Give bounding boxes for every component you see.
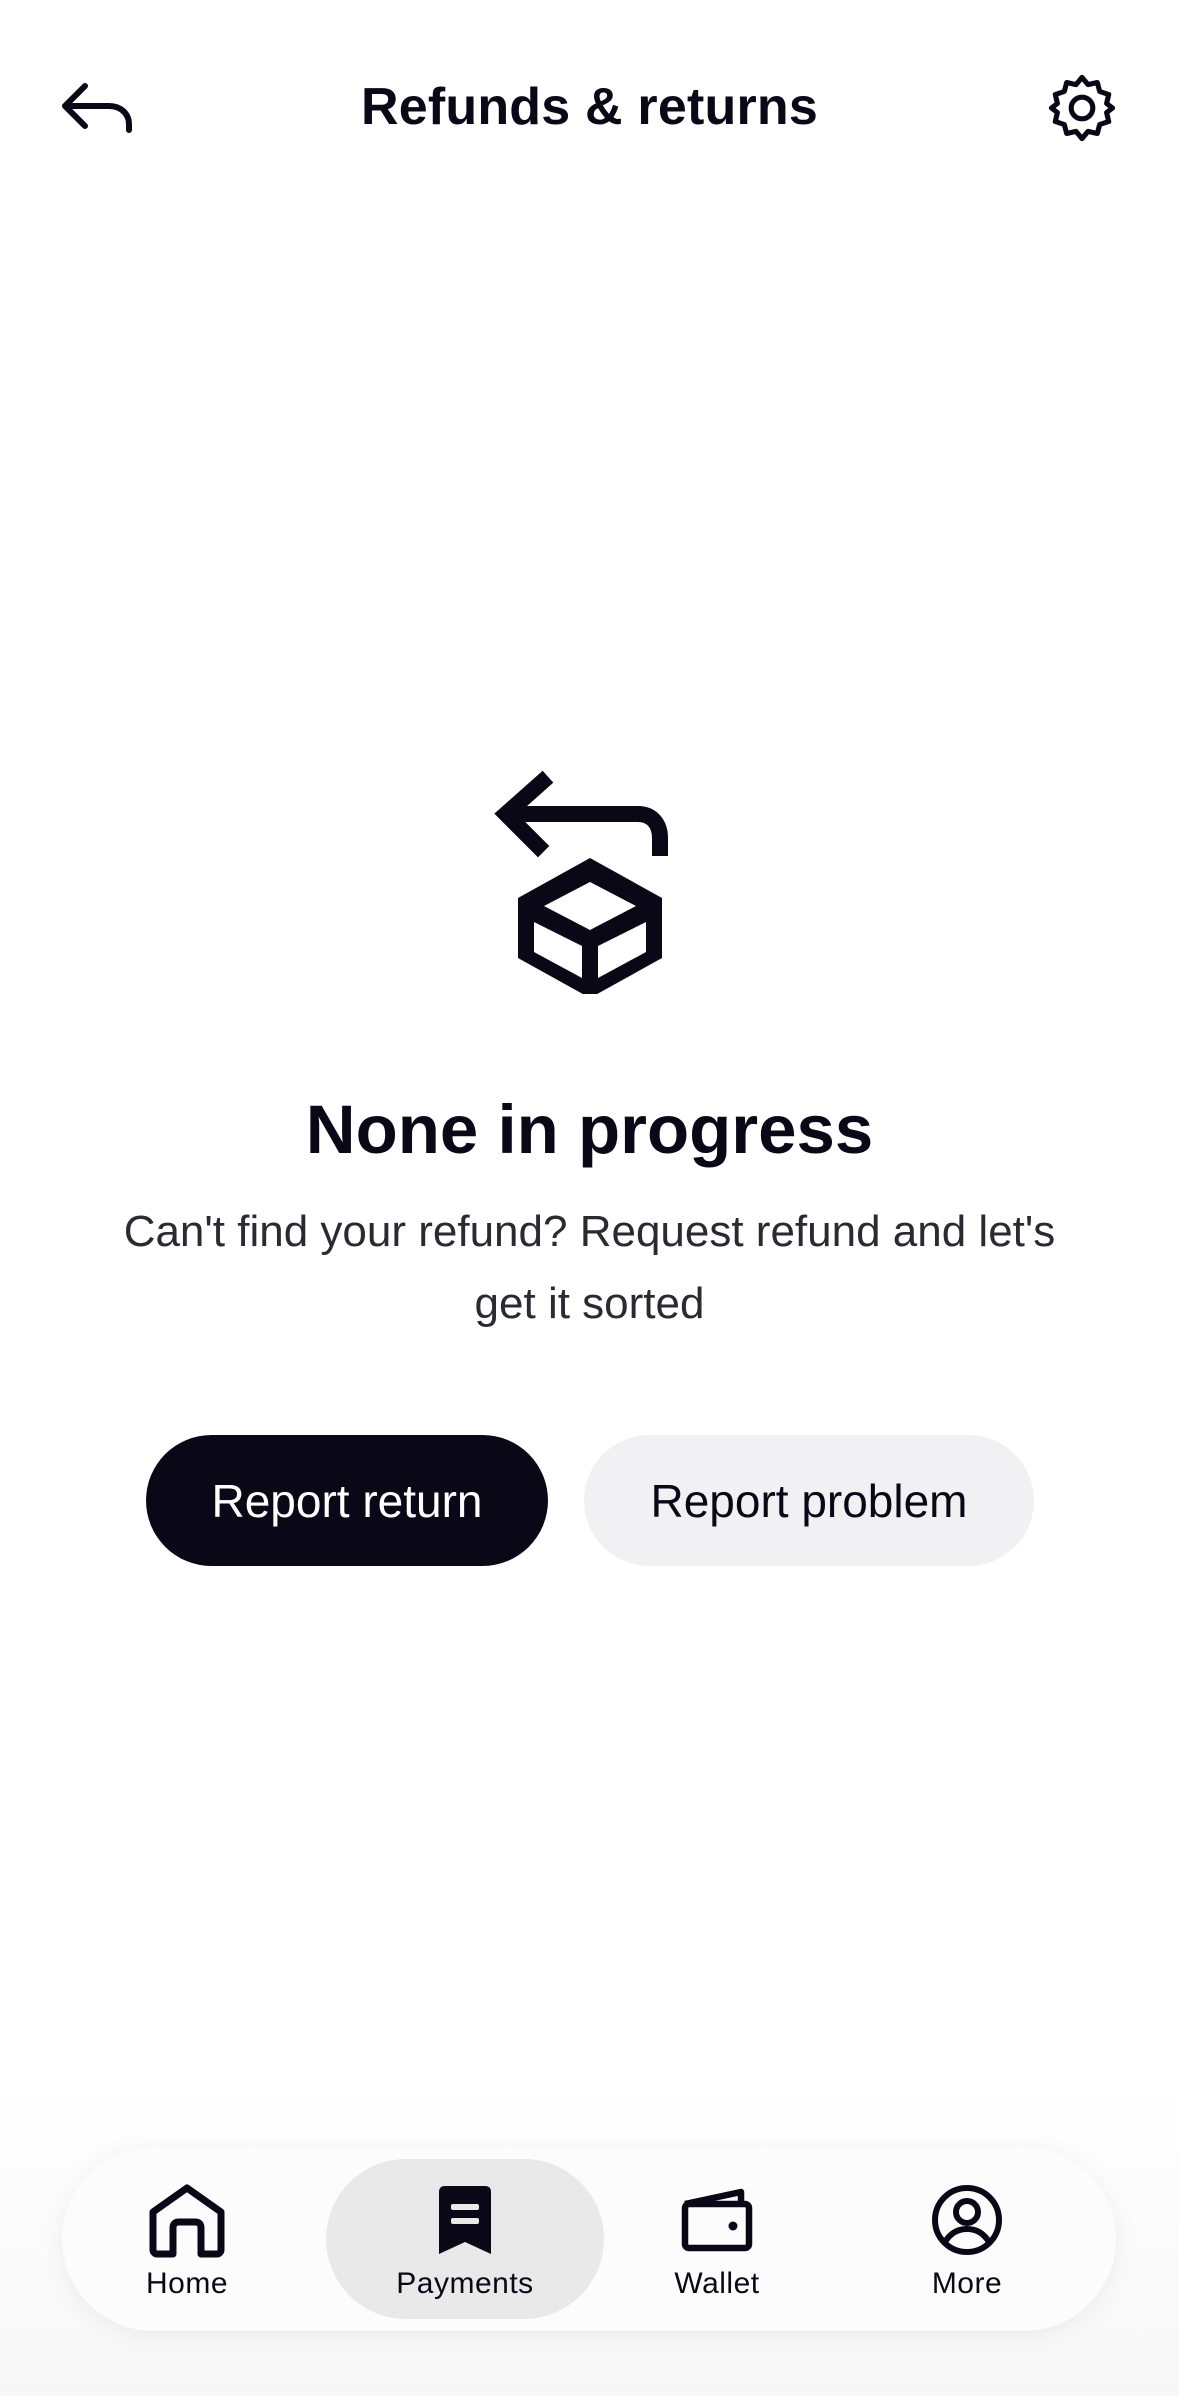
home-icon bbox=[144, 2177, 230, 2263]
tab-more[interactable]: More bbox=[882, 2159, 1052, 2319]
tab-wallet[interactable]: Wallet bbox=[632, 2159, 802, 2319]
page-title: Refunds & returns bbox=[360, 78, 818, 136]
tab-payments-label: Payments bbox=[396, 2267, 534, 2300]
report-return-button[interactable]: Report return bbox=[146, 1435, 548, 1566]
tab-payments[interactable]: Payments bbox=[326, 2159, 604, 2319]
settings-button[interactable] bbox=[1040, 66, 1124, 150]
bottom-tab-bar: Home Payments Wallet More bbox=[62, 2147, 1116, 2331]
profile-icon bbox=[924, 2177, 1010, 2263]
header: Refunds & returns bbox=[0, 0, 1179, 215]
tab-home[interactable]: Home bbox=[102, 2159, 272, 2319]
report-problem-button[interactable]: Report problem bbox=[584, 1435, 1034, 1566]
tab-home-label: Home bbox=[145, 2267, 229, 2300]
empty-state-description: Can't find your refund? Request refund a… bbox=[123, 1207, 1056, 1328]
receipt-icon bbox=[422, 2177, 508, 2263]
gear-icon bbox=[1048, 74, 1116, 142]
back-button[interactable] bbox=[52, 70, 142, 146]
tab-wallet-label: Wallet bbox=[674, 2267, 760, 2300]
box-return-icon bbox=[490, 770, 690, 998]
tab-more-label: More bbox=[931, 2267, 1003, 2300]
wallet-icon bbox=[674, 2177, 760, 2263]
back-arrow-icon bbox=[62, 83, 132, 133]
empty-state-title: None in progress bbox=[305, 1091, 874, 1168]
